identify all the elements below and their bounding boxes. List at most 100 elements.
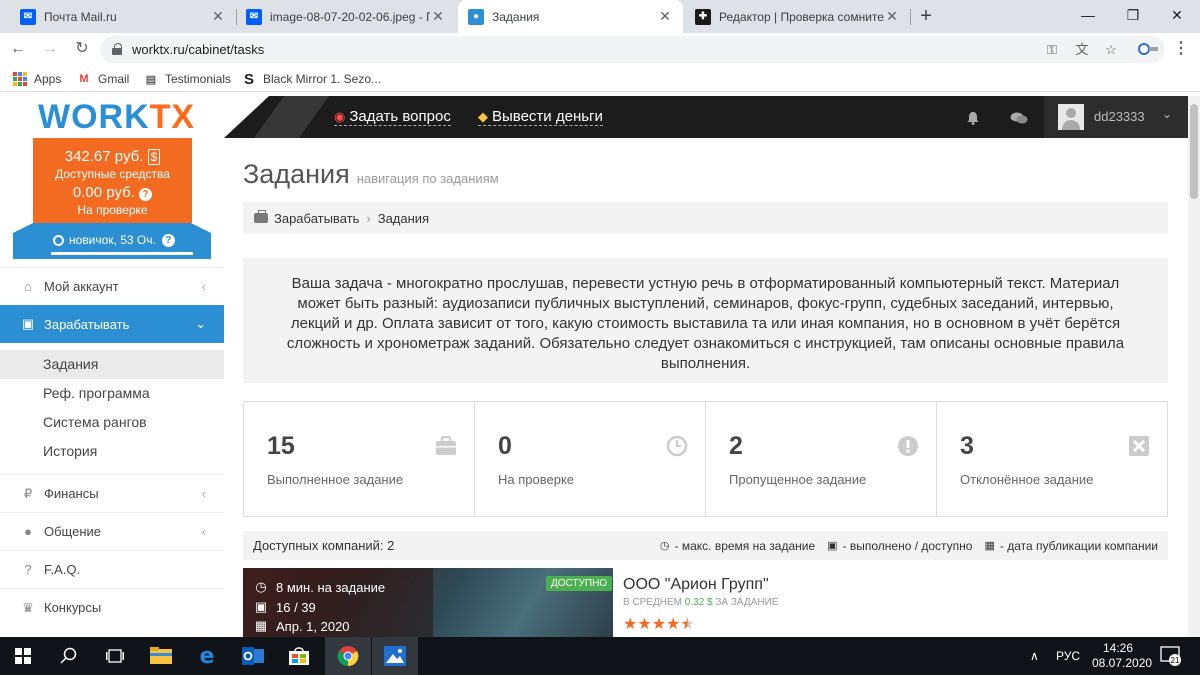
chrome-icon[interactable] — [325, 637, 371, 675]
sidebar-item-contests[interactable]: ♛ Конкурсы — [0, 588, 224, 626]
page-subtitle: навигация по заданиям — [356, 171, 499, 186]
close-icon[interactable]: ✕ — [430, 8, 446, 25]
tab-editor[interactable]: ✚ Редактор | Проверка сомнител ✕ — [685, 0, 910, 33]
site-logo[interactable]: WORKTX — [38, 98, 195, 137]
withdraw-label: Вывести деньги — [492, 108, 603, 125]
forward-icon[interactable]: → — [40, 39, 60, 59]
sidebar-item-label: Мой аккаунт — [44, 279, 119, 294]
pending-amount: 0.00 руб. — [72, 184, 135, 201]
chevron-down-icon: ⌄ — [195, 316, 206, 331]
breadcrumb-earn[interactable]: Зарабатывать — [274, 211, 359, 226]
legend-date: - дата публикации компании — [999, 538, 1158, 553]
company-name[interactable]: ООО "Арион Групп" — [623, 576, 769, 594]
chat-icon[interactable] — [1010, 112, 1028, 124]
username: dd23333 — [1094, 109, 1145, 124]
close-icon[interactable]: ✕ — [210, 8, 226, 25]
apps-icon — [12, 71, 28, 87]
notification-icon[interactable]: 21 — [1160, 637, 1182, 675]
sidebar-item-label: Конкурсы — [44, 600, 102, 615]
avg-value: 0.32 $ — [684, 597, 713, 608]
close-window-button[interactable]: ✕ — [1154, 0, 1200, 30]
restore-button[interactable]: ❐ — [1110, 0, 1156, 30]
sidebar-item-chat[interactable]: ● Общение ‹ — [0, 512, 224, 550]
tab-image[interactable]: ✉ image-08-07-20-02-06.jpeg - По ✕ — [236, 0, 456, 33]
star-icon: ★ — [637, 616, 652, 633]
companies-legend: ◷ - макс. время на задание ▣ - выполнено… — [648, 539, 1158, 553]
new-tab-button[interactable]: + — [915, 4, 937, 28]
tray-chevron-icon[interactable]: ∧ — [1030, 637, 1039, 675]
key-icon[interactable]: ⚿ — [1043, 41, 1061, 59]
money-icon: $ — [147, 149, 161, 165]
rank-ring-icon — [53, 234, 64, 246]
ask-question-link[interactable]: ◉ Задать вопрос — [334, 108, 451, 126]
tab-mail[interactable]: ✉ Почта Mail.ru ✕ — [10, 0, 236, 33]
outlook-icon[interactable] — [230, 637, 276, 675]
sidebar-item-earn[interactable]: ▣ Зарабатывать ⌄ — [0, 305, 224, 343]
back-icon[interactable]: ← — [8, 39, 28, 59]
help-icon[interactable]: ? — [139, 188, 153, 201]
language-indicator[interactable]: РУС — [1056, 637, 1080, 675]
menu-icon[interactable]: ⋮ — [1173, 40, 1189, 58]
sidebar: 342.67 руб. $ Доступные средства 0.00 ру… — [0, 138, 224, 637]
task-view-icon[interactable] — [92, 637, 138, 675]
avg-suffix: ЗА ЗАДАНИЕ — [715, 597, 779, 608]
bookmark-testimonials[interactable]: ▤ Testimonials — [143, 70, 231, 88]
close-icon[interactable]: ✕ — [884, 8, 900, 25]
sidebar-item-account[interactable]: ⌂ Мой аккаунт ‹ — [0, 267, 224, 305]
clock-icon: ◷ — [255, 579, 267, 594]
stats-panel: 15 Выполненное задание 0 На проверке 2 П… — [243, 401, 1168, 517]
sidebar-subitem-ranks[interactable]: Система рангов — [0, 408, 224, 437]
mail-icon: ✉ — [246, 8, 262, 25]
withdraw-link[interactable]: ◆ Вывести деньги — [478, 108, 603, 126]
stat-value: 3 — [960, 432, 974, 460]
scrollbar-thumb[interactable] — [1190, 104, 1198, 199]
file-explorer-icon[interactable] — [138, 637, 184, 675]
rating-stars: ★★★★★ — [623, 614, 695, 634]
page-heading: Задания — [243, 159, 350, 189]
legend-done: - выполнено / доступно — [842, 538, 973, 553]
card-done-text: 16 / 39 — [276, 599, 316, 615]
close-icon[interactable]: ✕ — [657, 8, 673, 25]
clock[interactable]: 14:26 08.07.2020 — [1092, 641, 1152, 671]
bookmark-apps[interactable]: Apps — [12, 70, 61, 88]
bookmark-label: Black Mirror 1. Sezo... — [263, 72, 382, 86]
tab-title: image-08-07-20-02-06.jpeg - По — [270, 9, 430, 24]
bell-icon[interactable] — [966, 111, 980, 125]
search-icon[interactable] — [46, 637, 92, 675]
tab-strip: ✉ Почта Mail.ru ✕ ✉ image-08-07-20-02-06… — [0, 0, 1200, 33]
windows-start-icon[interactable] — [0, 637, 46, 675]
available-label: Доступные средства — [55, 167, 170, 181]
reload-icon[interactable]: ↻ — [72, 39, 92, 59]
breadcrumb: Зарабатывать › Задания — [243, 202, 1168, 234]
sidebar-subitem-history[interactable]: История — [0, 437, 224, 466]
sidebar-item-finance[interactable]: ₽ Финансы ‹ — [0, 474, 224, 512]
extension-icon[interactable] — [1137, 42, 1159, 56]
briefcase-icon: ▣ — [254, 599, 268, 614]
star-icon[interactable]: ☆ — [1102, 41, 1120, 59]
ruble-icon: ₽ — [23, 485, 33, 501]
user-menu[interactable]: dd23333 ⌄ — [1044, 96, 1188, 138]
clock-icon — [666, 435, 688, 457]
pending-label: На проверке — [77, 203, 148, 217]
minimize-button[interactable]: — — [1065, 0, 1111, 30]
rank-text: новичок, 53 Оч. — [69, 233, 156, 247]
bookmark-black-mirror[interactable]: S Black Mirror 1. Sezo... — [241, 70, 381, 88]
sidebar-subitem-tasks[interactable]: Задания — [0, 350, 224, 379]
url-field[interactable]: worktx.ru/cabinet/tasks ⚿ 文 ☆ — [100, 36, 1165, 63]
sidebar-item-faq[interactable]: ? F.A.Q. — [0, 550, 224, 588]
tab-tasks[interactable]: ● Задания ✕ — [458, 0, 683, 33]
stat-skipped: 2 Пропущенное задание — [706, 402, 937, 516]
translate-icon[interactable]: 文 — [1073, 41, 1091, 59]
sidebar-subitem-referral[interactable]: Реф. программа — [0, 379, 224, 408]
edge-icon[interactable]: e — [184, 637, 230, 675]
rank-corner — [191, 223, 211, 233]
page-scrollbar[interactable] — [1188, 96, 1200, 637]
help-icon[interactable]: ? — [161, 233, 175, 247]
store-icon[interactable] — [276, 637, 322, 675]
photos-icon[interactable] — [372, 637, 418, 675]
rank-corner — [13, 223, 33, 233]
stat-label: Пропущенное задание — [729, 472, 867, 487]
stat-rejected: 3 Отклонённое задание — [937, 402, 1167, 516]
company-average: В СРЕДНЕМ 0.32 $ ЗА ЗАДАНИЕ — [623, 597, 778, 608]
bookmark-gmail[interactable]: M Gmail — [76, 70, 129, 88]
